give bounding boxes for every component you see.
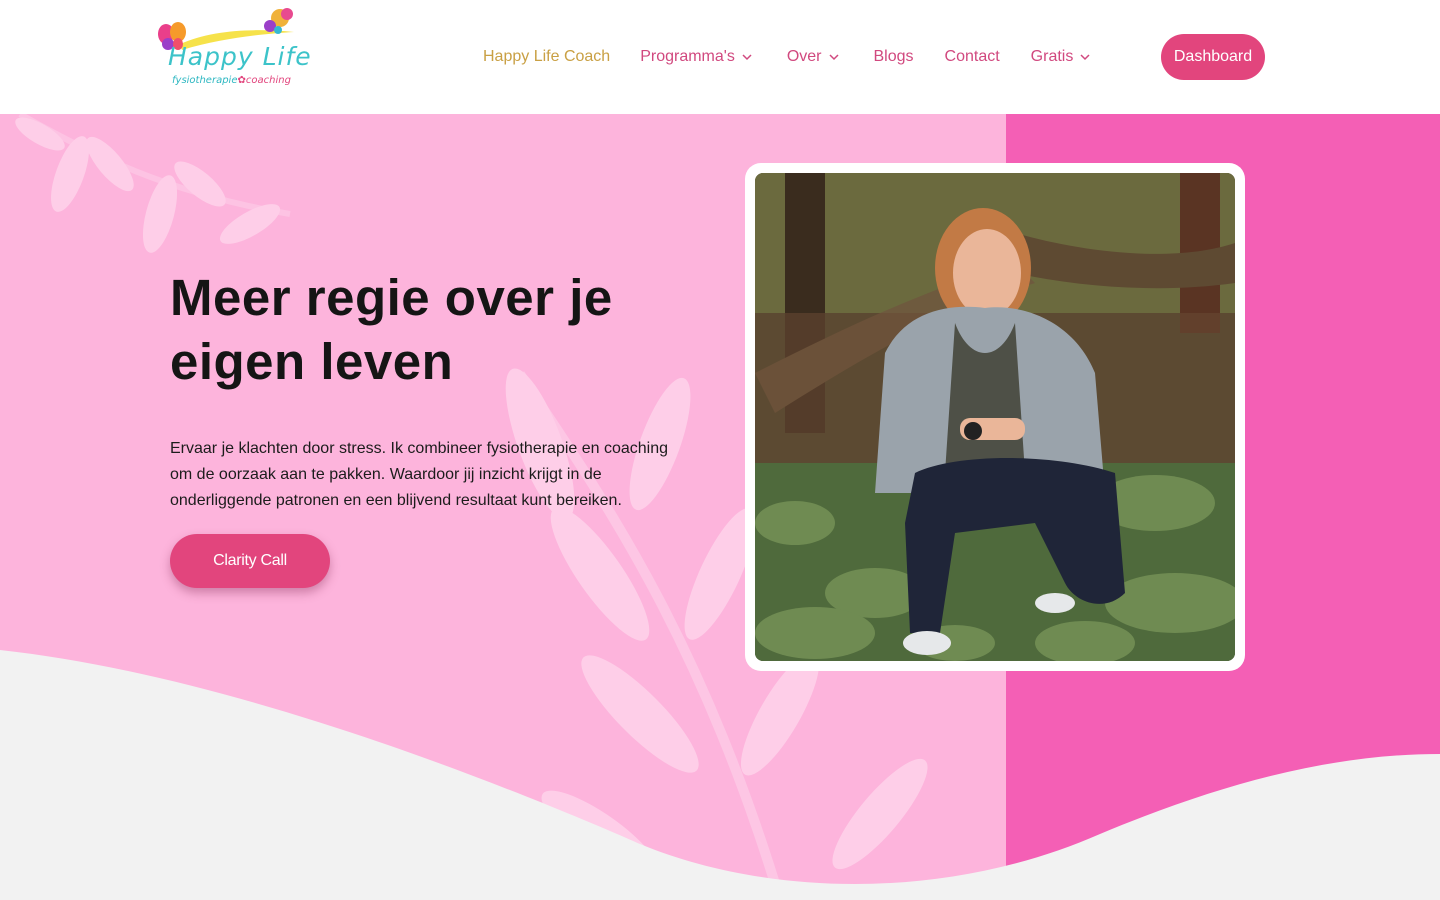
nav-item-happy-life-coach[interactable]: Happy Life Coach xyxy=(483,48,610,66)
flower-icon: ✿ xyxy=(237,75,246,86)
hero-description: Ervaar je klachten door stress. Ik combi… xyxy=(170,440,669,509)
nav-label: Happy Life Coach xyxy=(483,48,611,65)
logo-sub-a: fysiotherapie xyxy=(172,75,238,86)
logo[interactable]: Happy Life fysiotherapie✿coaching xyxy=(152,4,312,96)
nav-item-gratis[interactable]: Gratis xyxy=(1031,48,1092,66)
main-nav: Happy Life Coach Programma's Over Blogs … xyxy=(483,46,1091,68)
nav-label: Gratis xyxy=(1030,48,1074,65)
hero-title: Meer regie over je eigen leven xyxy=(170,266,710,394)
clarity-call-button[interactable]: Clarity Call xyxy=(170,534,330,588)
hero-section: Meer regie over je eigen leven Ervaar je… xyxy=(0,114,1440,900)
logo-subtitle: fysiotherapie✿coaching xyxy=(172,75,291,86)
chevron-down-icon xyxy=(1080,54,1090,61)
logo-title: Happy Life xyxy=(168,42,312,71)
hero-title-line2: eigen leven xyxy=(170,333,454,390)
logo-sub-b: coaching xyxy=(245,75,291,86)
nav-label: Blogs xyxy=(873,48,914,65)
portrait-image xyxy=(755,173,1235,661)
nav-item-programmas[interactable]: Programma's xyxy=(640,48,753,66)
photo-frame xyxy=(745,163,1245,671)
portrait-photo xyxy=(755,173,1235,661)
nav-item-over[interactable]: Over xyxy=(787,48,840,66)
nav-item-contact[interactable]: Contact xyxy=(945,48,1000,66)
nav-item-blogs[interactable]: Blogs xyxy=(874,48,914,66)
dashboard-button[interactable]: Dashboard xyxy=(1161,34,1265,80)
nav-label: Programma's xyxy=(640,48,735,65)
chevron-down-icon xyxy=(828,54,839,61)
hero-title-line1: Meer regie over je xyxy=(170,269,613,326)
site-header: Happy Life fysiotherapie✿coaching Happy … xyxy=(0,0,1440,114)
nav-label: Contact xyxy=(944,48,1000,65)
chevron-down-icon xyxy=(742,54,752,61)
nav-label: Over xyxy=(786,48,822,65)
